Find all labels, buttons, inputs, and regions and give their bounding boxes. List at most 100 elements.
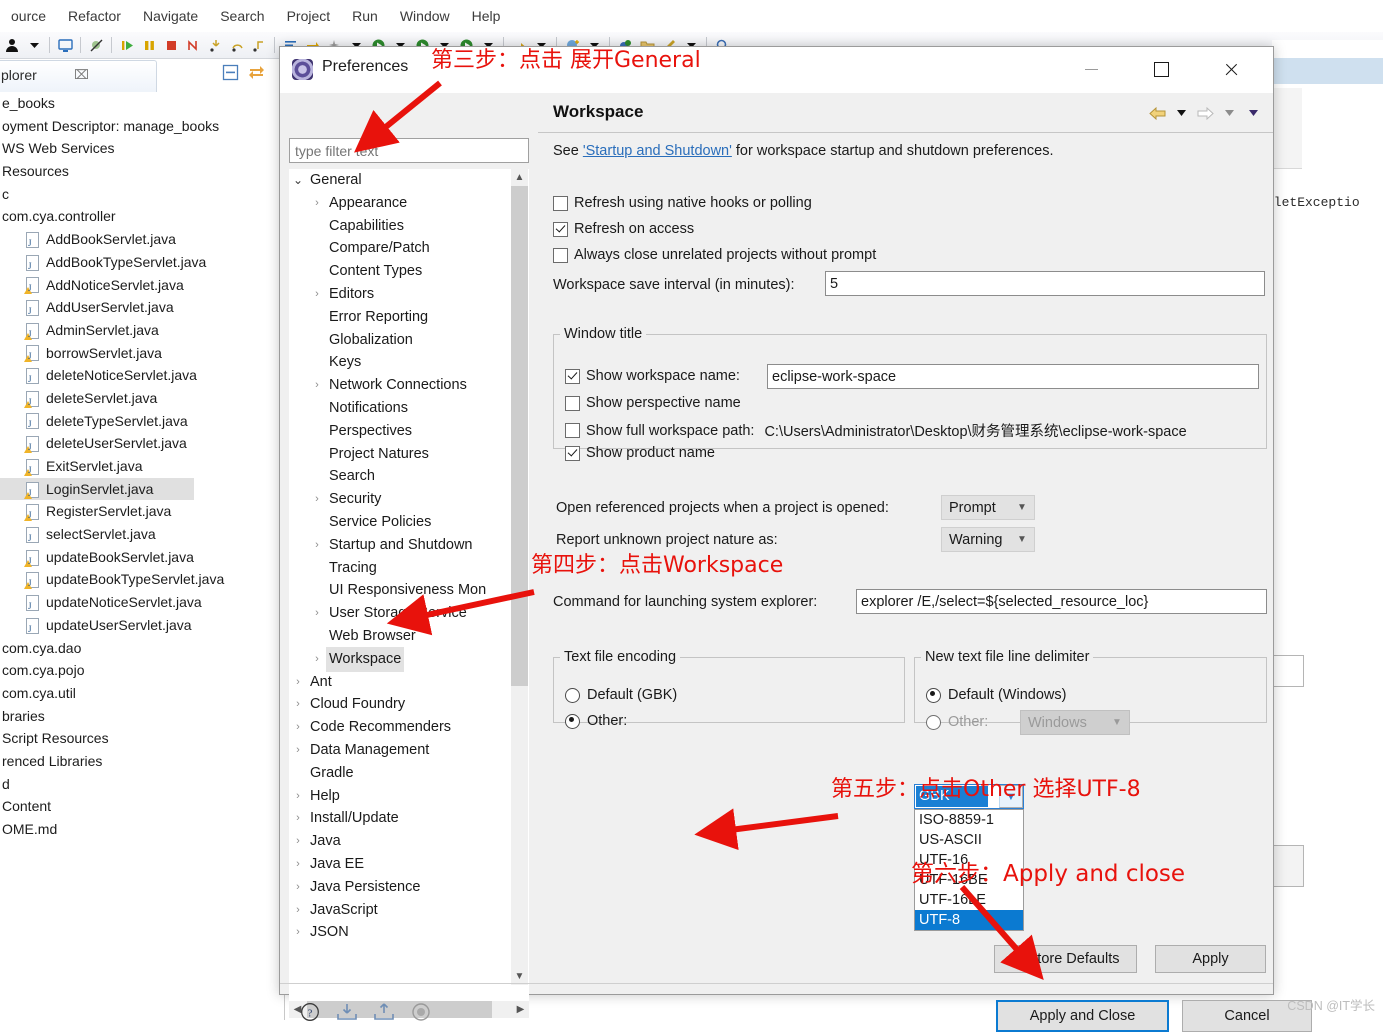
list-item[interactable]: com.cya.util: [0, 682, 284, 705]
show-perspective-name-checkbox[interactable]: [565, 395, 580, 411]
filter-input[interactable]: [289, 138, 529, 163]
list-item[interactable]: Script Resources: [0, 727, 284, 750]
pref-tree-item-perspectives[interactable]: Perspectives: [289, 420, 511, 443]
encoding-default-radio[interactable]: [565, 687, 580, 703]
pref-tree-item-capabilities[interactable]: Capabilities: [289, 215, 511, 238]
delimiter-default-radio-row[interactable]: Default (Windows): [926, 687, 1066, 703]
chevron-right-icon[interactable]: ›: [289, 716, 307, 739]
always-close-unrelated-checkbox[interactable]: [553, 247, 568, 263]
delimiter-other-radio[interactable]: [926, 714, 941, 730]
chevron-right-icon[interactable]: ›: [289, 899, 307, 922]
encoding-option-utf-8[interactable]: UTF-8: [915, 910, 1023, 930]
pref-tree-item-globalization[interactable]: Globalization: [289, 329, 511, 352]
pref-tree-item-network-connections[interactable]: › Network Connections: [289, 374, 511, 397]
pref-tree-item-security[interactable]: › Security: [289, 488, 511, 511]
chevron-right-icon[interactable]: ›: [289, 830, 307, 853]
preferences-tree[interactable]: ⌄ General › Appearance Capabilities Compare/P…: [289, 169, 529, 1001]
open-referenced-combo[interactable]: Prompt ▼: [941, 495, 1035, 520]
chevron-right-icon[interactable]: ›: [308, 192, 326, 215]
refresh-on-access-checkbox[interactable]: [553, 221, 568, 237]
show-product-name-checkbox[interactable]: [565, 445, 580, 461]
scrollbar-thumb[interactable]: [511, 186, 528, 686]
pref-tree-item-service-policies[interactable]: Service Policies: [289, 511, 511, 534]
link-with-editor-icon[interactable]: [248, 64, 265, 85]
list-item[interactable]: selectServlet.java: [0, 523, 284, 550]
resume-icon[interactable]: [117, 35, 137, 55]
pref-tree-item-javascript[interactable]: › JavaScript: [289, 899, 511, 922]
forward-dropdown-icon[interactable]: [1219, 104, 1239, 122]
pref-tree-item-java-persistence[interactable]: › Java Persistence: [289, 876, 511, 899]
show-workspace-name-row[interactable]: Show workspace name:: [565, 368, 740, 384]
user-account-icon[interactable]: [2, 35, 22, 55]
chevron-right-icon[interactable]: ›: [308, 648, 326, 671]
show-workspace-name-checkbox[interactable]: [565, 368, 580, 384]
terminate-icon[interactable]: [161, 35, 181, 55]
chevron-right-icon[interactable]: ›: [308, 488, 326, 511]
step-into-icon[interactable]: [205, 35, 225, 55]
encoding-option-us-ascii[interactable]: US-ASCII: [915, 830, 1023, 850]
chevron-right-icon[interactable]: ›: [308, 534, 326, 557]
list-item[interactable]: updateUserServlet.java: [0, 614, 284, 640]
apply-button[interactable]: Apply: [1155, 945, 1266, 973]
refresh-native-hooks-checkbox-row[interactable]: Refresh using native hooks or polling: [553, 195, 812, 211]
startup-and-shutdown-link[interactable]: 'Startup and Shutdown': [583, 143, 732, 159]
list-item[interactable]: Resources: [0, 160, 284, 183]
list-item[interactable]: LoginServlet.java: [0, 477, 194, 504]
chevron-right-icon[interactable]: ›: [308, 374, 326, 397]
pref-tree-item-general[interactable]: ⌄ General: [289, 169, 511, 192]
chevron-right-icon[interactable]: ›: [289, 693, 307, 716]
chevron-right-icon[interactable]: ›: [289, 785, 307, 808]
list-item[interactable]: updateBookServlet.java: [0, 546, 284, 572]
list-item[interactable]: oyment Descriptor: manage_books: [0, 115, 284, 138]
pref-tree-item-data-management[interactable]: › Data Management: [289, 739, 511, 762]
pref-tree-item-keys[interactable]: Keys: [289, 351, 511, 374]
menu-item-refactor[interactable]: Refactor: [57, 0, 132, 32]
list-item[interactable]: OME.md: [0, 818, 284, 841]
back-arrow-icon[interactable]: [1147, 104, 1167, 122]
list-item[interactable]: WS Web Services: [0, 137, 284, 160]
refresh-on-access-checkbox-row[interactable]: Refresh on access: [553, 221, 694, 237]
maximize-button[interactable]: [1135, 47, 1187, 91]
pref-tree-item-compare-patch[interactable]: Compare/Patch: [289, 237, 511, 260]
pref-tree-item-error-reporting[interactable]: Error Reporting: [289, 306, 511, 329]
chevron-right-icon[interactable]: ›: [289, 921, 307, 944]
scroll-right-icon[interactable]: ▶: [512, 1001, 529, 1018]
pref-tree-item-ant[interactable]: › Ant: [289, 671, 511, 694]
list-item[interactable]: AddNoticeServlet.java: [0, 274, 284, 300]
pref-tree-item-notifications[interactable]: Notifications: [289, 397, 511, 420]
pref-tree-item-code-recommenders[interactable]: › Code Recommenders: [289, 716, 511, 739]
collapse-all-icon[interactable]: [222, 64, 239, 85]
chevron-right-icon[interactable]: ›: [289, 853, 307, 876]
show-product-name-row[interactable]: Show product name: [565, 445, 715, 461]
pref-tree-item-web-browser[interactable]: Web Browser: [289, 625, 511, 648]
close-button[interactable]: [1205, 47, 1257, 91]
chevron-down-icon[interactable]: ⌄: [289, 169, 307, 192]
chevron-down-icon-2[interactable]: ▼: [1010, 534, 1034, 545]
list-item[interactable]: renced Libraries: [0, 750, 284, 773]
pref-tree-item-install-update[interactable]: › Install/Update: [289, 807, 511, 830]
encoding-option-utf-16le[interactable]: UTF-16LE: [915, 890, 1023, 910]
save-interval-input[interactable]: [825, 271, 1265, 296]
restore-defaults-button[interactable]: Restore Defaults: [994, 945, 1137, 973]
workspace-name-input[interactable]: [767, 364, 1259, 389]
minimize-button[interactable]: [1065, 47, 1117, 91]
pref-tree-item-editors[interactable]: › Editors: [289, 283, 511, 306]
forward-arrow-icon[interactable]: [1195, 104, 1215, 122]
menu-item-source[interactable]: ource: [0, 0, 57, 32]
page-menu-icon[interactable]: [1243, 104, 1263, 122]
pref-tree-item-project-natures[interactable]: Project Natures: [289, 443, 511, 466]
list-item[interactable]: c: [0, 183, 284, 206]
list-item[interactable]: deleteTypeServlet.java: [0, 410, 284, 436]
delimiter-default-radio[interactable]: [926, 687, 941, 703]
chevron-right-icon[interactable]: ›: [289, 876, 307, 899]
tree-vertical-scrollbar[interactable]: ▲ ▼: [511, 169, 528, 985]
menu-item-project[interactable]: Project: [276, 0, 342, 32]
disconnect-icon[interactable]: [183, 35, 203, 55]
chevron-right-icon[interactable]: ›: [308, 283, 326, 306]
list-item[interactable]: d: [0, 773, 284, 796]
list-item[interactable]: AddBookTypeServlet.java: [0, 251, 284, 277]
list-item[interactable]: e_books: [0, 92, 284, 115]
encoding-default-radio-row[interactable]: Default (GBK): [565, 687, 677, 703]
scroll-up-icon[interactable]: ▲: [511, 169, 528, 186]
menu-item-run[interactable]: Run: [341, 0, 389, 32]
